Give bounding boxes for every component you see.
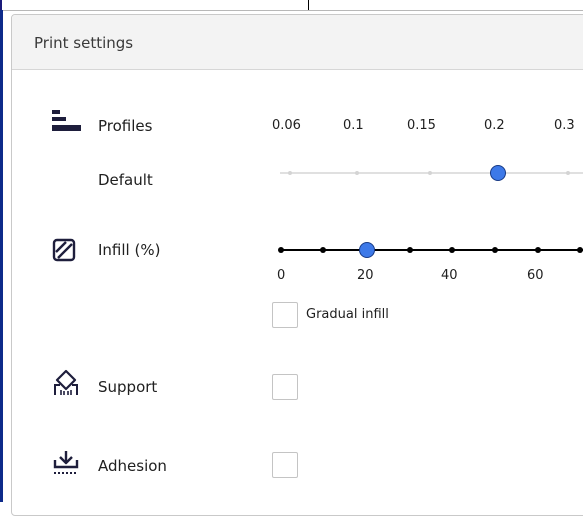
infill-label: Infill (%) — [98, 241, 161, 259]
profile-tick-label[interactable]: 0.2 — [484, 118, 505, 133]
infill-slider-dot — [577, 247, 583, 253]
infill-tick-label: 20 — [357, 268, 374, 283]
gradual-infill-checkbox[interactable] — [272, 302, 298, 328]
infill-tick-label: 0 — [277, 268, 286, 283]
adhesion-icon — [52, 449, 80, 477]
profile-slider-dot — [428, 171, 432, 175]
print-settings-panel: Print settings — [11, 14, 583, 516]
infill-tick-label: 60 — [527, 268, 544, 283]
profile-slider-dot — [566, 171, 570, 175]
infill-slider-dot — [449, 247, 455, 253]
profiles-layers-icon — [52, 110, 84, 142]
adhesion-label: Adhesion — [98, 457, 167, 475]
window-left-border — [0, 10, 3, 502]
panel-title: Print settings — [34, 34, 134, 52]
profile-tick-label[interactable]: 0.15 — [407, 118, 436, 133]
infill-slider-dot — [320, 247, 326, 253]
profile-slider-handle[interactable] — [490, 165, 506, 181]
profile-tick-label[interactable]: 0.06 — [272, 118, 301, 133]
profile-slider-dot — [355, 171, 359, 175]
profiles-label: Profiles — [98, 117, 153, 135]
infill-slider-handle[interactable] — [359, 242, 375, 258]
support-label: Support — [98, 378, 158, 396]
window-edge-marker — [0, 0, 2, 10]
infill-hatch-icon — [52, 238, 76, 262]
infill-slider-dot — [407, 247, 413, 253]
profile-tick-label[interactable]: 0.1 — [343, 118, 364, 133]
support-checkbox[interactable] — [272, 374, 298, 400]
adhesion-checkbox[interactable] — [272, 452, 298, 478]
gradual-infill-label[interactable]: Gradual infill — [306, 307, 389, 322]
window-divider — [308, 0, 309, 10]
support-icon — [52, 369, 80, 397]
infill-slider-dot — [278, 247, 284, 253]
window-top-edge — [0, 0, 583, 11]
infill-slider-dot — [535, 247, 541, 253]
infill-slider-dot — [492, 247, 498, 253]
profiles-default-label: Default — [98, 171, 153, 189]
panel-header[interactable]: Print settings — [12, 15, 583, 70]
infill-tick-label: 40 — [441, 268, 458, 283]
profile-slider-dot — [288, 171, 292, 175]
profile-tick-label[interactable]: 0.3 — [554, 118, 575, 133]
